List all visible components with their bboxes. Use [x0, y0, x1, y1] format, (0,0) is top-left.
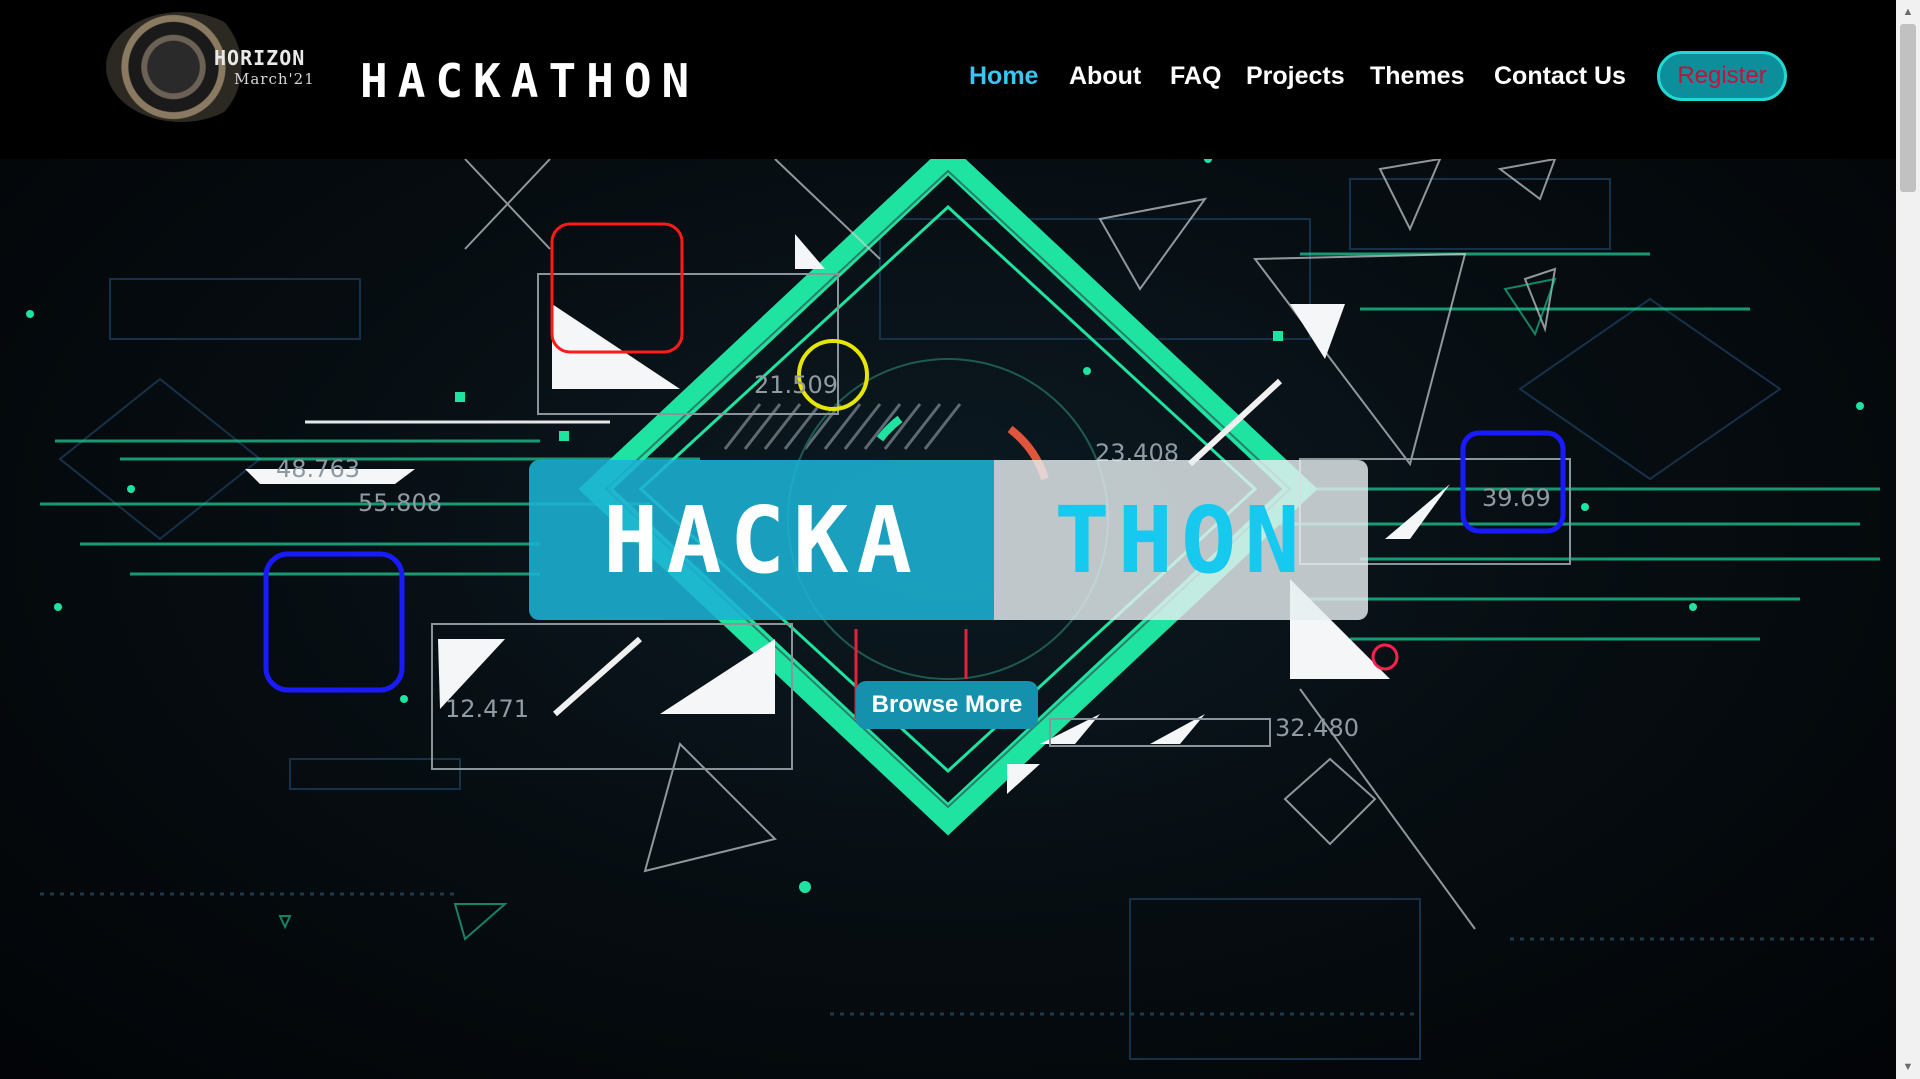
hero-title-right: THON	[994, 460, 1368, 620]
hud-number: 39.69	[1482, 484, 1551, 512]
hero-section: 21.509 48.763 55.808 23.408 39.69 12.471…	[0, 159, 1896, 1079]
brand-title: HACKATHON	[360, 54, 700, 108]
hud-number: 12.471	[445, 695, 529, 723]
scroll-down-arrow-icon[interactable]: ▼	[1896, 1057, 1920, 1077]
register-button[interactable]: Register	[1657, 51, 1787, 101]
navbar: HORIZON March'21 HACKATHON Home About FA…	[0, 0, 1896, 159]
page-scrollbar[interactable]: ▲ ▼	[1896, 0, 1920, 1079]
nav-link-about[interactable]: About	[1069, 62, 1141, 91]
scroll-up-arrow-icon[interactable]: ▲	[1896, 2, 1920, 22]
browse-more-button[interactable]: Browse More	[856, 681, 1038, 729]
hud-number: 21.509	[754, 371, 838, 399]
scroll-thumb[interactable]	[1900, 24, 1916, 192]
nav-link-themes[interactable]: Themes	[1370, 62, 1464, 91]
hero-title: HACKA THON	[529, 460, 1368, 620]
hud-number: 55.808	[358, 489, 442, 517]
logo-line1: HORIZON	[214, 46, 306, 70]
hud-number: 48.763	[276, 455, 360, 483]
logo-line2: March'21	[234, 70, 315, 88]
nav-link-contact[interactable]: Contact Us	[1494, 62, 1626, 91]
hud-number: 32.480	[1275, 714, 1359, 742]
nav-link-projects[interactable]: Projects	[1246, 62, 1345, 91]
nav-link-home[interactable]: Home	[969, 62, 1038, 91]
horizon-logo[interactable]: HORIZON March'21	[100, 8, 340, 130]
hero-title-left: HACKA	[529, 460, 994, 620]
nav-link-faq[interactable]: FAQ	[1170, 62, 1221, 91]
